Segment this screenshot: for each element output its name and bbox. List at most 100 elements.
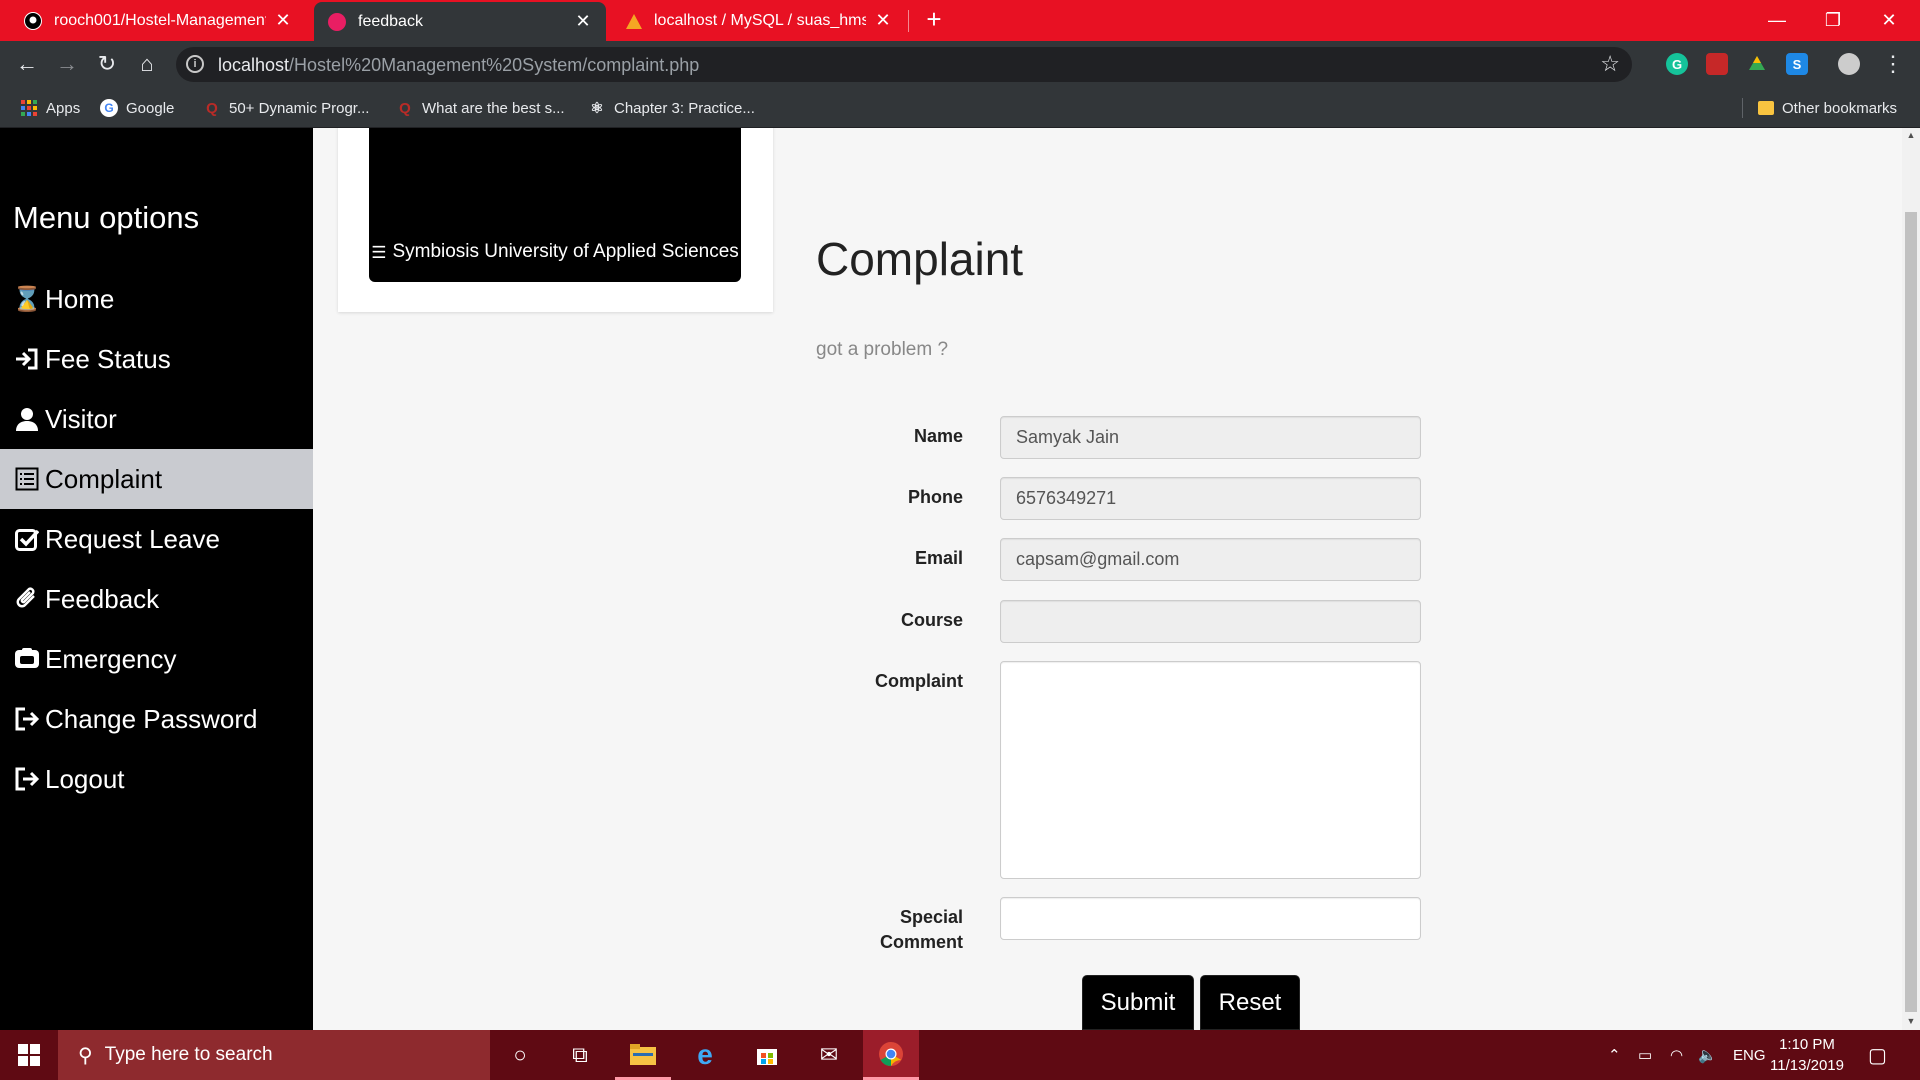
forward-button[interactable]: → [52, 49, 82, 79]
scroll-down-icon[interactable]: ▼ [1902, 1016, 1920, 1026]
sidebar-item-complaint[interactable]: Complaint [0, 449, 313, 509]
tab-close-icon[interactable]: ✕ [574, 11, 592, 32]
start-button[interactable] [0, 1030, 58, 1080]
tab-github[interactable]: rooch001/Hostel-Management-S ✕ [10, 0, 306, 41]
mail-icon[interactable]: ✉ [801, 1030, 857, 1080]
folder-icon [1758, 101, 1774, 115]
sidebar-item-request-leave[interactable]: Request Leave [0, 509, 313, 569]
special-comment-field[interactable] [1000, 897, 1421, 940]
other-bookmarks-folder[interactable]: Other bookmarks [1758, 88, 1897, 128]
tab-feedback[interactable]: feedback ✕ [314, 2, 606, 41]
vertical-scrollbar[interactable]: ▲ ▼ [1902, 128, 1920, 1030]
reset-button[interactable]: Reset [1200, 975, 1300, 1030]
sign-out-icon [13, 705, 41, 733]
wifi-icon[interactable]: ◠ [1670, 1030, 1683, 1080]
back-button[interactable]: ← [12, 49, 42, 79]
tab-phpmyadmin[interactable]: localhost / MySQL / suas_hms / s ✕ [610, 0, 906, 41]
bookmarks-bar: Apps G Google Q 50+ Dynamic Progr... Q W… [0, 88, 1920, 128]
address-bar[interactable]: i localhost/Hostel%20Management%20System… [176, 47, 1632, 82]
extension-red-icon[interactable] [1706, 53, 1728, 75]
tab-close-icon[interactable]: ✕ [874, 10, 892, 31]
tab-separator [908, 10, 909, 32]
close-window-button[interactable]: ✕ [1866, 0, 1912, 41]
grammarly-icon[interactable]: G [1666, 53, 1688, 75]
sidebar-item-emergency[interactable]: Emergency [0, 629, 313, 689]
restore-button[interactable]: ❐ [1810, 0, 1856, 41]
tab-title: rooch001/Hostel-Management-S [54, 11, 266, 29]
store-icon[interactable] [739, 1030, 795, 1080]
task-view-icon[interactable]: ⧉ [552, 1030, 608, 1080]
email-field[interactable] [1000, 538, 1421, 581]
search-icon: ⚲ [78, 1044, 93, 1067]
apps-grid-icon [20, 99, 38, 117]
profile-avatar[interactable] [1838, 53, 1860, 75]
bookmark-google[interactable]: G Google [100, 88, 174, 128]
show-hidden-icons-icon[interactable]: ⌃ [1608, 1030, 1621, 1080]
complaint-textarea[interactable] [1000, 661, 1421, 879]
google-icon: G [100, 99, 118, 117]
name-label: Name [913, 426, 963, 446]
bookmark-what-are-best[interactable]: Q What are the best s... [396, 88, 565, 128]
sidebar-item-label: Visitor [45, 403, 117, 434]
bookmark-chapter-3[interactable]: ⚛ Chapter 3: Practice... [588, 88, 755, 128]
new-tab-button[interactable]: + [918, 4, 950, 35]
sidebar-item-visitor[interactable]: Visitor [0, 389, 313, 449]
tab-title: localhost / MySQL / suas_hms / s [654, 11, 866, 29]
special-comment-label: Special Comment [820, 905, 963, 955]
sidebar-item-fee-status[interactable]: Fee Status [0, 329, 313, 389]
phone-field[interactable] [1000, 477, 1421, 520]
cortana-icon[interactable]: ○ [492, 1030, 548, 1080]
user-icon [13, 405, 41, 433]
home-button[interactable]: ⌂ [132, 49, 162, 79]
clock-date: 11/13/2019 [1770, 1057, 1844, 1074]
minimize-button[interactable]: — [1754, 0, 1800, 41]
name-field[interactable] [1000, 416, 1421, 459]
special-comment-label-line2: Comment [879, 932, 963, 952]
volume-icon[interactable]: 🔈 [1698, 1030, 1717, 1080]
sidebar-item-change-password[interactable]: Change Password [0, 689, 313, 749]
reload-button[interactable]: ↻ [92, 49, 122, 79]
info-icon[interactable]: i [186, 55, 204, 73]
bookmark-star-icon[interactable]: ☆ [1600, 51, 1620, 77]
email-label: Email [914, 548, 963, 568]
windows-logo-icon [18, 1044, 40, 1066]
bookmark-label: Apps [46, 99, 81, 117]
url-path: /Hostel%20Management%20System/complaint.… [289, 55, 700, 75]
sidebar-item-label: Feedback [45, 583, 160, 614]
brand-menu-button[interactable]: ☰ Symbiosis University of Applied Scienc… [369, 128, 741, 282]
other-bookmarks-label: Other bookmarks [1782, 99, 1898, 117]
taskbar-clock[interactable]: 1:10 PM 11/13/2019 [1762, 1034, 1852, 1076]
phone-label: Phone [907, 487, 963, 507]
ambulance-icon [13, 645, 41, 673]
battery-icon[interactable]: ▭ [1638, 1030, 1652, 1080]
sidebar-item-feedback[interactable]: Feedback [0, 569, 313, 629]
sidebar-item-logout[interactable]: Logout [0, 749, 313, 809]
page-title: Complaint [816, 233, 1024, 285]
course-field[interactable] [1000, 600, 1421, 643]
page-icon [328, 12, 346, 31]
complaint-label: Complaint [875, 671, 963, 691]
bookmark-apps[interactable]: Apps [20, 88, 80, 128]
chrome-icon[interactable] [863, 1030, 919, 1080]
sidebar: Menu options ⌛ Home Fee Status Visitor C… [0, 128, 313, 1030]
bookmark-label: What are the best s... [422, 99, 565, 117]
notification-center-icon[interactable]: ▢ [1868, 1030, 1887, 1080]
skype-icon[interactable]: S [1786, 53, 1808, 75]
scrollbar-thumb[interactable] [1905, 212, 1917, 1012]
submit-button[interactable]: Submit [1082, 975, 1194, 1030]
sidebar-item-home[interactable]: ⌛ Home [0, 269, 313, 329]
bookmark-dynamic-programming[interactable]: Q 50+ Dynamic Progr... [203, 88, 369, 128]
bookmark-label: Google [126, 99, 175, 117]
sidebar-item-label: Logout [45, 763, 125, 794]
taskbar-search[interactable]: ⚲ Type here to search [58, 1030, 490, 1080]
sign-out-icon [13, 765, 41, 793]
language-indicator[interactable]: ENG [1733, 1030, 1766, 1080]
header-card: ☰ Symbiosis University of Applied Scienc… [338, 128, 773, 312]
browser-toolbar: ← → ↻ ⌂ i localhost/Hostel%20Management%… [0, 41, 1920, 88]
tab-close-icon[interactable]: ✕ [274, 10, 292, 31]
edge-icon[interactable]: e [677, 1030, 733, 1080]
file-explorer-icon[interactable] [615, 1030, 671, 1080]
chrome-menu-icon[interactable]: ⋮ [1878, 49, 1908, 79]
scroll-up-icon[interactable]: ▲ [1902, 130, 1920, 140]
extension-drive-icon[interactable] [1746, 53, 1768, 75]
